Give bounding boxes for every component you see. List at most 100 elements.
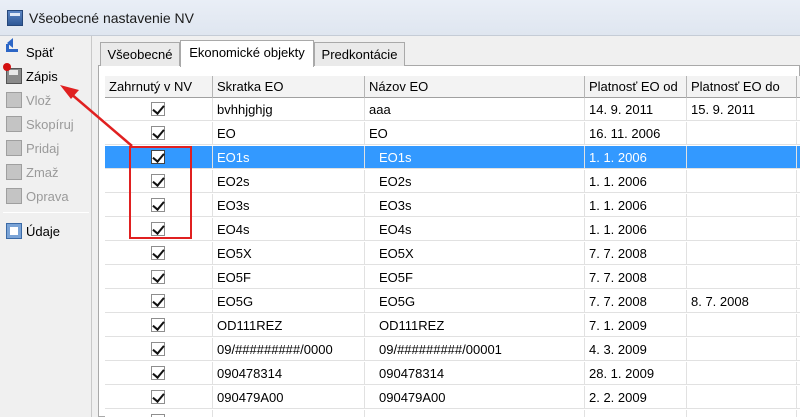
cell-name: EO1s (365, 146, 585, 169)
cell-valid-from: 28. 1. 2009 (585, 362, 687, 385)
cell-valid-from: 7. 7. 2008 (585, 290, 687, 313)
included-checkbox[interactable] (151, 390, 165, 404)
column-header-name[interactable]: Názov EO (365, 76, 585, 98)
cell-included (105, 338, 213, 361)
cell-valid-from: 16. 11. 2006 (585, 122, 687, 145)
data-button[interactable]: Údaje (0, 219, 92, 243)
edit-button-label: Oprava (26, 188, 69, 204)
cell-valid-to (687, 362, 797, 385)
edit-icon (6, 188, 22, 204)
column-header-valid-to[interactable]: Platnosť EO do (687, 76, 797, 98)
cell-valid-to (687, 218, 797, 241)
cell-name: 090478314 (365, 362, 585, 385)
table-row[interactable]: EO5G EO5G 7. 7. 2008 8. 7. 2008 (105, 290, 800, 313)
cell-name: 090480A00 (365, 410, 585, 417)
included-checkbox[interactable] (151, 318, 165, 332)
cell-valid-from: 7. 7. 2008 (585, 266, 687, 289)
table-row[interactable]: EO2s EO2s 1. 1. 2006 (105, 170, 800, 193)
insert-button[interactable]: Vlož (0, 88, 92, 112)
copy-button-label: Skopíruj (26, 116, 74, 132)
title-bar: Všeobecné nastavenie NV (0, 0, 800, 36)
table-row[interactable]: EO3s EO3s 1. 1. 2006 (105, 194, 800, 217)
cell-valid-from: 4. 3. 2009 (585, 338, 687, 361)
insert-button-label: Vlož (26, 92, 52, 108)
included-checkbox[interactable] (151, 102, 165, 116)
cell-valid-from: 1. 1. 2006 (585, 194, 687, 217)
table-row[interactable]: 090478314 090478314 28. 1. 2009 (105, 362, 800, 385)
add-button[interactable]: Pridaj (0, 136, 92, 160)
column-header-code[interactable]: Skratka EO (213, 76, 365, 98)
table-row[interactable]: EO1s EO1s 1. 1. 2006 (105, 146, 800, 169)
toolbar-separator (3, 212, 89, 213)
cell-code: EO5X (213, 242, 365, 265)
table-row[interactable]: bvhhjghjg aaa 14. 9. 2011 15. 9. 2011 (105, 98, 800, 121)
cell-name: EO5G (365, 290, 585, 313)
cell-valid-from: 1. 1. 2006 (585, 146, 687, 169)
cell-included (105, 314, 213, 337)
cell-valid-to (687, 338, 797, 361)
included-checkbox[interactable] (151, 270, 165, 284)
cell-valid-to: 8. 7. 2008 (687, 290, 797, 313)
tab-predkontacie[interactable]: Predkontácie (314, 42, 405, 66)
cell-included (105, 98, 213, 121)
economic-objects-grid: Zahrnutý v NV Skratka EO Názov EO Platno… (105, 76, 800, 417)
back-button[interactable]: Späť (0, 38, 92, 64)
table-row[interactable]: EO EO 16. 11. 2006 (105, 122, 800, 145)
included-checkbox[interactable] (151, 342, 165, 356)
column-header-included[interactable]: Zahrnutý v NV (105, 76, 213, 98)
grid-header: Zahrnutý v NV Skratka EO Názov EO Platno… (105, 76, 800, 98)
cell-valid-to (687, 266, 797, 289)
delete-button[interactable]: Zmaž (0, 160, 92, 184)
cell-included (105, 386, 213, 409)
cell-included (105, 266, 213, 289)
window-title: Všeobecné nastavenie NV (29, 10, 194, 26)
edit-button[interactable]: Oprava (0, 184, 92, 208)
save-button[interactable]: Zápis (0, 63, 92, 88)
cell-valid-from: 14. 9. 2011 (585, 98, 687, 121)
app-icon (7, 10, 23, 26)
included-checkbox[interactable] (151, 126, 165, 140)
column-header-valid-from[interactable]: Platnosť EO od (585, 76, 687, 98)
save-icon (3, 63, 22, 84)
table-row[interactable]: EO5X EO5X 7. 7. 2008 (105, 242, 800, 265)
insert-icon (6, 92, 22, 108)
table-row[interactable]: OD111REZ OD111REZ 7. 1. 2009 (105, 314, 800, 337)
cell-code: EO1s (213, 146, 365, 169)
table-row[interactable]: 090479A00 090479A00 2. 2. 2009 (105, 386, 800, 409)
cell-code: EO3s (213, 194, 365, 217)
tab-economic-objects[interactable]: Ekonomické objekty (180, 40, 314, 67)
included-checkbox[interactable] (151, 294, 165, 308)
cell-code: 090480A00 (213, 410, 365, 417)
back-button-label: Späť (26, 44, 55, 60)
cell-code: EO (213, 122, 365, 145)
add-icon (6, 140, 22, 156)
cell-name: EO5F (365, 266, 585, 289)
cell-name: aaa (365, 98, 585, 121)
cell-valid-to (687, 410, 797, 417)
cell-included (105, 122, 213, 145)
table-row[interactable]: 090480A00090480A005. 3. 2009 (105, 410, 800, 417)
cell-name: 090479A00 (365, 386, 585, 409)
copy-button[interactable]: Skopíruj (0, 112, 92, 136)
table-row[interactable]: 09/#########/0000 09/#########/00001 4. 3.… (105, 338, 800, 361)
cell-name: EO (365, 122, 585, 145)
cell-valid-to (687, 242, 797, 265)
included-checkbox[interactable] (151, 366, 165, 380)
table-row[interactable]: EO5F EO5F 7. 7. 2008 (105, 266, 800, 289)
cell-code: 09/#########/0000 (213, 338, 365, 361)
save-button-label: Zápis (26, 68, 58, 84)
cell-name: EO2s (365, 170, 585, 193)
cell-valid-from: 5. 3. 2009 (585, 410, 687, 417)
included-checkbox[interactable] (151, 246, 165, 260)
cell-valid-from: 7. 7. 2008 (585, 242, 687, 265)
table-row[interactable]: EO4s EO4s 1. 1. 2006 (105, 218, 800, 241)
data-button-label: Údaje (26, 223, 60, 239)
tab-general[interactable]: Všeobecné (100, 42, 180, 66)
data-icon (6, 223, 22, 239)
cell-code: 090479A00 (213, 386, 365, 409)
cell-name: OD111REZ (365, 314, 585, 337)
cell-code: 090478314 (213, 362, 365, 385)
delete-icon (6, 164, 22, 180)
cell-code: EO5F (213, 266, 365, 289)
cell-valid-to (687, 386, 797, 409)
